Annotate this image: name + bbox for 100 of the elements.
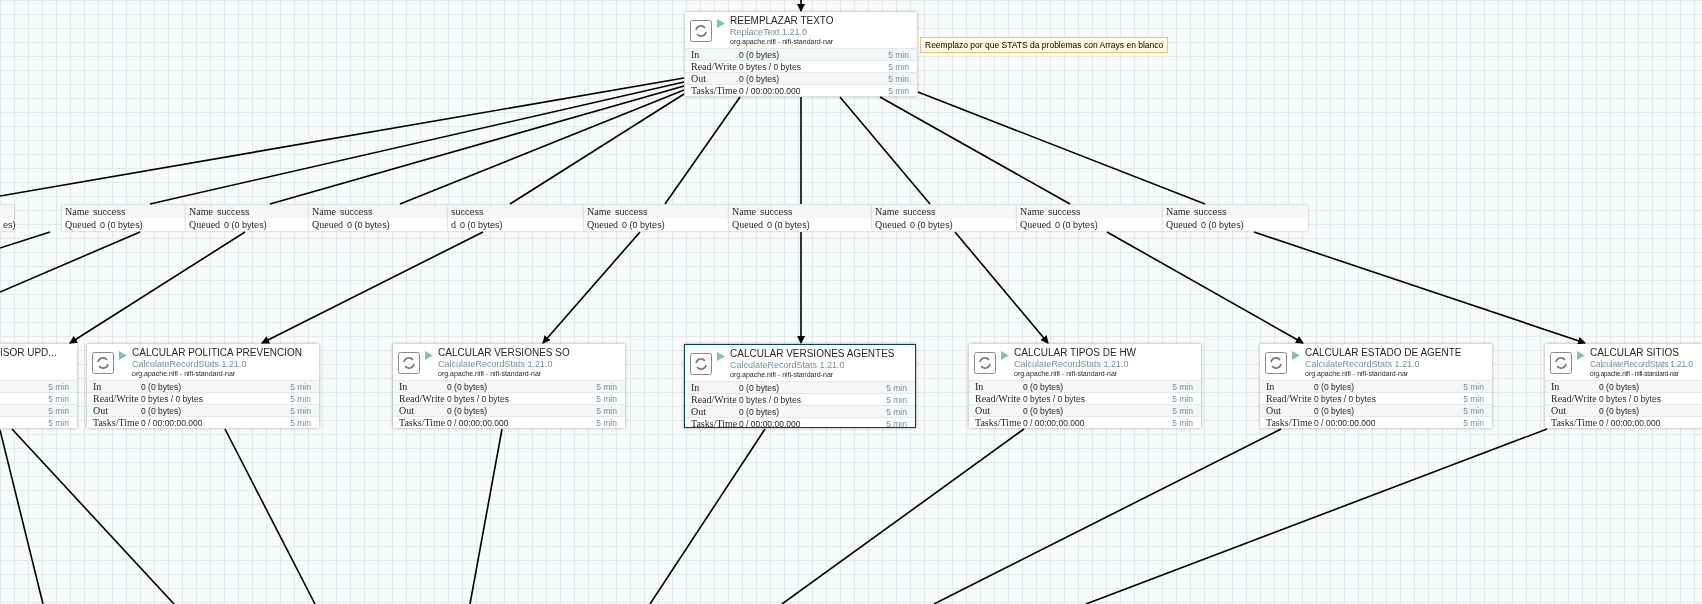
processor-box[interactable] <box>1260 344 1492 428</box>
processor-type: ReplaceText 1.21.0 <box>730 27 809 37</box>
queued-label: Queued <box>587 219 619 230</box>
connection-label[interactable]: Name success Queued 0 (0 bytes) <box>872 205 1017 231</box>
stat-value: 0 (0 bytes) <box>1314 381 1355 392</box>
connection-arrow[interactable] <box>69 231 246 344</box>
stat-label: Read/Write <box>399 393 446 404</box>
processor-icon <box>398 352 420 374</box>
connection-line[interactable] <box>839 96 931 205</box>
processor-box[interactable]: ISOR UPD... 5 min 5 min 5 min 5 min <box>0 344 77 428</box>
connection-label[interactable]: Name success Queued 0 (0 bytes) <box>1163 205 1308 231</box>
processor-type: CalculateRecordStats 1.21.0 <box>1305 359 1421 369</box>
comment-tooltip: Reemplazo por que STATS da problemas con Arrays en blanco <box>920 37 1169 53</box>
processor-name: CALCULAR VERSIONES SO <box>438 347 570 359</box>
connection-line[interactable] <box>399 89 685 205</box>
stat-period: 5 min <box>1463 405 1484 416</box>
connection-line[interactable] <box>269 85 685 205</box>
stat-period: 5 min <box>48 381 69 392</box>
processor-icon <box>690 20 712 42</box>
connection-name: success <box>339 206 373 217</box>
queued-value: 0 (0 bytes) <box>767 219 810 230</box>
stat-label: Out <box>975 405 991 416</box>
stat-value: 0 (0 bytes) <box>1314 405 1355 416</box>
stat-value: 0 / 00:00:00.000 <box>141 417 203 428</box>
stat-period: 5 min <box>888 61 909 72</box>
stat-value: 0 (0 bytes) <box>141 381 182 392</box>
stat-period: 5 min <box>888 85 909 96</box>
processor-box[interactable] <box>87 344 319 428</box>
connection-line[interactable] <box>149 81 685 205</box>
processor-icon <box>92 352 114 374</box>
connection-label[interactable]: es) <box>0 205 14 231</box>
stat-value: 0 (0 bytes) <box>1599 405 1640 416</box>
stat-label: In <box>691 382 701 393</box>
queued-label: Queued <box>65 219 97 230</box>
queued-value: 0 (0 bytes) <box>224 219 267 230</box>
connection-arrow[interactable] <box>542 231 641 344</box>
connection-line[interactable] <box>0 429 44 604</box>
connection-line[interactable] <box>0 231 141 293</box>
stat-period: 5 min <box>886 382 907 393</box>
connection-line[interactable] <box>0 231 51 249</box>
play-icon <box>425 351 433 360</box>
queued-value: es) <box>3 219 16 230</box>
stat-label: Out <box>1551 405 1567 416</box>
stat-value: 0 bytes / 0 bytes <box>739 394 801 405</box>
connection-line[interactable] <box>917 91 1206 205</box>
play-icon <box>717 19 725 28</box>
connection-line[interactable] <box>879 96 1071 205</box>
name-label: Name <box>732 206 756 217</box>
connection-label[interactable]: Name success Queued 0 (0 bytes) <box>62 205 186 231</box>
connection-line[interactable] <box>469 428 503 604</box>
stat-value: 0 bytes / 0 bytes <box>1314 393 1376 404</box>
processor-box[interactable] <box>684 344 916 428</box>
connection-label[interactable]: Name success Queued 0 (0 bytes) <box>309 205 448 231</box>
stat-label: Out <box>93 405 109 416</box>
stat-period: 5 min <box>886 394 907 405</box>
connection-label[interactable]: success d 0 (0 bytes) <box>448 205 584 231</box>
processor-type: CalculateRecordStats 1.21.0 <box>132 359 248 369</box>
play-icon <box>717 352 725 361</box>
stat-period: 5 min <box>290 405 311 416</box>
stat-value: 0 (0 bytes) <box>739 382 780 393</box>
name-label: Name <box>587 206 611 217</box>
connection-name: success <box>902 206 936 217</box>
stat-value: 0 (0 bytes) <box>739 406 780 417</box>
queued-label: Queued <box>312 219 344 230</box>
connection-line[interactable] <box>664 96 741 205</box>
stat-period: 5 min <box>888 49 909 60</box>
connection-line[interactable] <box>509 93 685 205</box>
processor-type: CalculateRecordStats 1.21.0 <box>730 360 846 370</box>
stat-value: 0 / 00:00:00.000 <box>1023 417 1085 428</box>
connection-name: success <box>759 206 793 217</box>
connection-arrow[interactable] <box>797 231 805 344</box>
processor-name: CALCULAR SITIOS <box>1590 347 1680 359</box>
connection-arrow[interactable] <box>954 231 1049 344</box>
queued-value: 0 (0 bytes) <box>910 219 953 230</box>
connection-name: success <box>451 206 484 217</box>
connection-label[interactable]: Name success Queued 0 (0 bytes) <box>1017 205 1163 231</box>
stat-period: 5 min <box>886 418 907 427</box>
stat-label: Out <box>399 405 415 416</box>
processor-name: ISOR UPD... <box>0 347 57 359</box>
stat-value: 0 bytes / 0 bytes <box>141 393 203 404</box>
queued-value: 0 (0 bytes) <box>622 219 665 230</box>
stat-period: 5 min <box>888 73 909 84</box>
name-label: Name <box>65 206 89 217</box>
connection-name: success <box>92 206 126 217</box>
connection-line[interactable] <box>0 77 685 197</box>
connection-label[interactable]: Name success Queued 0 (0 bytes) <box>186 205 309 231</box>
queued-label: d <box>451 219 456 230</box>
stat-period: 5 min <box>1172 417 1193 428</box>
play-icon <box>1001 351 1009 360</box>
stat-label: Read/Write <box>691 61 738 72</box>
queued-label: Queued <box>1020 219 1052 230</box>
queued-value: 0 (0 bytes) <box>1201 219 1244 230</box>
queued-label: Queued <box>875 219 907 230</box>
connection-arrow[interactable] <box>797 0 805 12</box>
stat-label: In <box>1266 381 1276 392</box>
connection-label[interactable]: Name success Queued 0 (0 bytes) <box>584 205 729 231</box>
stat-label: Tasks/Time <box>399 417 447 428</box>
connection-label[interactable]: Name success Queued 0 (0 bytes) <box>729 205 872 231</box>
stat-label: Read/Write <box>1266 393 1313 404</box>
stat-value: 0 bytes / 0 bytes <box>447 393 509 404</box>
